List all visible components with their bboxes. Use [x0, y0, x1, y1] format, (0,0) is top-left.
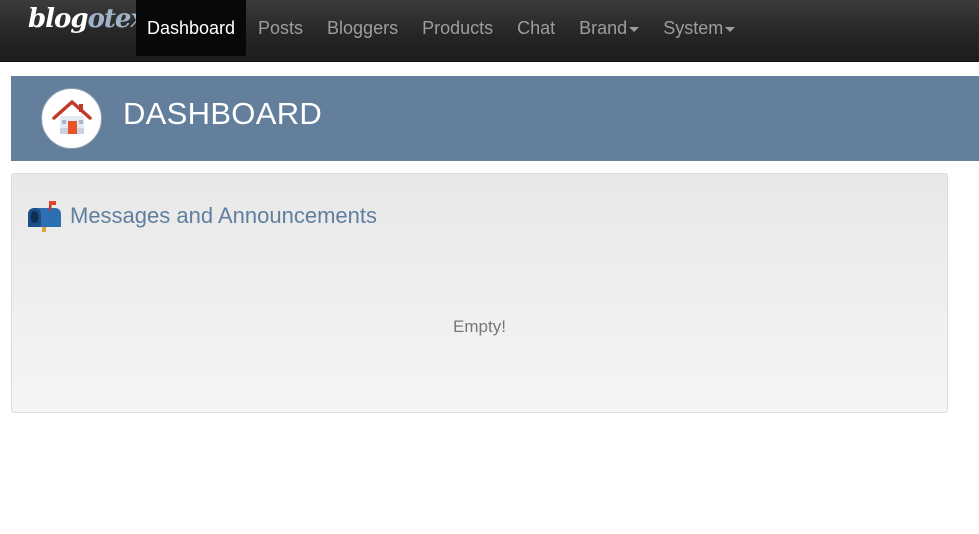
nav-item-system-dropdown[interactable]: System: [651, 0, 747, 56]
nav-item-brand-dropdown[interactable]: Brand: [567, 0, 651, 56]
nav-item-dashboard[interactable]: Dashboard: [136, 0, 246, 56]
page-title: DASHBOARD: [123, 96, 323, 131]
caret-down-icon: [725, 26, 736, 32]
nav-item-label: Posts: [258, 17, 304, 38]
nav-item-label: Brand: [579, 17, 628, 38]
top-navbar: blog otex Dashboard Posts Bloggers Produc…: [0, 0, 979, 62]
nav-item-label: Chat: [517, 17, 556, 38]
panel-title: Messages and Announcements: [70, 203, 377, 228]
nav-item-label: Bloggers: [327, 17, 399, 38]
page-header: DASHBOARD: [11, 76, 979, 161]
nav-item-chat[interactable]: Chat: [505, 0, 567, 56]
brand-logo[interactable]: blog otex: [28, 4, 146, 44]
nav-item-bloggers[interactable]: Bloggers: [315, 0, 410, 56]
nav-item-label: Products: [422, 17, 494, 38]
home-icon: [41, 88, 102, 149]
nav-menu: Dashboard Posts Bloggers Products Chat B…: [136, 0, 747, 56]
caret-down-icon: [629, 26, 640, 32]
nav-item-label: System: [663, 17, 724, 38]
mailbox-icon: [25, 200, 63, 239]
nav-item-label: Dashboard: [146, 17, 236, 38]
nav-item-products[interactable]: Products: [410, 0, 505, 56]
brand-logo-part1: blog: [28, 4, 89, 34]
nav-item-posts[interactable]: Posts: [246, 0, 315, 56]
messages-panel: Messages and Announcements Empty!: [11, 173, 948, 413]
empty-state-text: Empty!: [453, 317, 506, 336]
